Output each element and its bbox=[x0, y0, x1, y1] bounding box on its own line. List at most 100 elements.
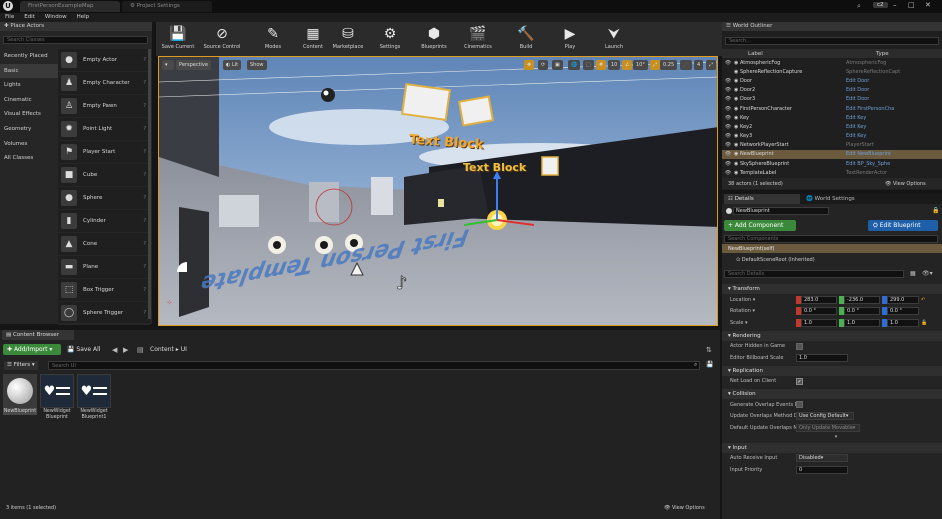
scale-x[interactable]: 1.0 bbox=[801, 318, 837, 327]
history-icon[interactable]: ⇅ bbox=[706, 346, 712, 354]
perspective-button[interactable]: Perspective bbox=[176, 60, 211, 70]
lock-icon[interactable]: 🔒 bbox=[932, 207, 939, 214]
search-classes-input[interactable]: Search Classes bbox=[3, 36, 148, 44]
eye-icon[interactable]: 👁 bbox=[722, 106, 734, 112]
toolbar-button[interactable]: 🎬 Cinematics bbox=[456, 24, 500, 50]
help-icon[interactable]: ? bbox=[143, 103, 146, 109]
actor-item[interactable]: ● Sphere? bbox=[58, 187, 150, 210]
outliner-row[interactable]: 👁 ◉ Key2 Edit Key bbox=[722, 122, 942, 131]
outliner-row[interactable]: 👁 ◉ Key3 Edit Key bbox=[722, 132, 942, 141]
actor-item[interactable]: ▲ Cone? bbox=[58, 233, 150, 256]
outliner-search-input[interactable]: Search... bbox=[725, 37, 939, 45]
billboard-scale-field[interactable]: 1.0 bbox=[796, 353, 848, 362]
edit-link[interactable]: Edit Key bbox=[846, 133, 936, 139]
category-all-classes[interactable]: All Classes bbox=[0, 151, 58, 166]
component-self[interactable]: NewBlueprint(self) bbox=[722, 244, 942, 253]
outliner-row[interactable]: 👁 ◉ Door2 Edit Door bbox=[722, 86, 942, 95]
help-icon[interactable]: ? bbox=[143, 57, 146, 63]
toolbar-button[interactable]: ⚙ Settings bbox=[368, 24, 412, 50]
help-icon[interactable]: ? bbox=[143, 218, 146, 224]
search-components-input[interactable]: Search Components bbox=[724, 235, 938, 243]
content-view-options[interactable]: 👁 View Options bbox=[664, 505, 705, 511]
level-viewport[interactable]: ♪ Text Block Text Block First Person Tem… bbox=[158, 56, 718, 326]
edit-link[interactable]: Edit NewBlueprint bbox=[846, 151, 936, 157]
rotation-snap-value[interactable]: 10° bbox=[633, 60, 648, 70]
outliner-row[interactable]: 👁 ◉ Key Edit Key bbox=[722, 113, 942, 122]
show-button[interactable]: Show bbox=[247, 60, 267, 70]
outliner-row[interactable]: ◉ SphereReflectionCapture SphereReflectio… bbox=[722, 67, 942, 76]
actor-item[interactable]: ● Empty Actor? bbox=[58, 49, 150, 72]
search-icon[interactable]: ⌕ bbox=[694, 361, 697, 369]
content-search-input[interactable]: Search UI bbox=[48, 361, 700, 370]
forward-arrow-icon[interactable]: ▶ bbox=[123, 346, 128, 354]
scrollbar[interactable] bbox=[148, 49, 151, 319]
column-type[interactable]: Type bbox=[876, 51, 889, 57]
outliner-row[interactable]: 👁 ◉ Door Edit Door bbox=[722, 76, 942, 85]
toolbar-button[interactable]: ⛁ Marketplace bbox=[326, 24, 370, 50]
toolbar-button[interactable]: 💾 Save Current bbox=[156, 24, 200, 50]
section-rendering[interactable]: ▾ Rendering bbox=[722, 330, 942, 341]
edit-link[interactable]: Edit Door bbox=[846, 78, 936, 84]
viewport-options-button[interactable]: ▾ bbox=[162, 60, 174, 70]
eye-icon[interactable]: 👁 bbox=[722, 78, 734, 84]
eye-icon[interactable]: 👁 bbox=[722, 161, 734, 167]
lit-button[interactable]: ◐ Lit bbox=[223, 60, 242, 70]
help-icon[interactable]: ? bbox=[143, 310, 146, 316]
edit-blueprint-button[interactable]: ⛭ Edit Blueprint bbox=[868, 220, 938, 231]
eye-icon[interactable]: 👁 bbox=[722, 142, 734, 148]
location-z[interactable]: 299.0 bbox=[887, 295, 919, 304]
property-matrix-icon[interactable]: ▦ bbox=[910, 270, 916, 277]
outliner-row[interactable]: 👁 ◉ NetworkPlayerStart PlayerStart bbox=[722, 141, 942, 150]
toolbar-button[interactable]: ⬢ Blueprints bbox=[412, 24, 456, 50]
asset-tile[interactable]: NewBlueprint bbox=[3, 374, 37, 415]
component-scene-root[interactable]: ⊙ DefaultSceneRoot (Inherited) bbox=[722, 255, 942, 264]
edit-link[interactable]: Edit Door bbox=[846, 96, 936, 102]
help-icon[interactable]: ? bbox=[143, 172, 146, 178]
outliner-view-options[interactable]: 👁 View Options bbox=[885, 181, 926, 187]
world-local-icon[interactable]: 🌐 bbox=[568, 60, 581, 70]
category-lights[interactable]: Lights bbox=[0, 78, 58, 93]
menu-file[interactable]: File bbox=[0, 13, 19, 21]
details-view-icon[interactable]: 👁▾ bbox=[922, 270, 933, 277]
outliner-row[interactable]: 👁 ◉ Door3 Edit Door bbox=[722, 95, 942, 104]
menu-help[interactable]: Help bbox=[72, 13, 95, 21]
outliner-row[interactable]: 👁 ◉ NewBlueprint Edit NewBlueprint bbox=[722, 149, 942, 160]
outliner-row[interactable]: 👁 ◉ FirstPersonCharacter Edit FirstPersonC… bbox=[722, 104, 942, 113]
help-icon[interactable]: ? bbox=[143, 126, 146, 132]
outliner-row[interactable]: 👁 ◉ SkySphereBlueprint Edit BP_Sky_Sphe bbox=[722, 159, 942, 168]
help-icon[interactable]: ? bbox=[143, 264, 146, 270]
help-icon[interactable]: ? bbox=[143, 80, 146, 86]
input-priority-field[interactable]: 0 bbox=[796, 465, 848, 474]
tab-details[interactable]: ☷ Details bbox=[724, 194, 800, 204]
gen-overlap-checkbox[interactable] bbox=[796, 401, 803, 409]
content-browser-tab[interactable]: ▤ Content Browser bbox=[2, 330, 74, 340]
menu-window[interactable]: Window bbox=[40, 13, 72, 21]
grid-snap-value[interactable]: 10 bbox=[608, 60, 621, 70]
eye-icon[interactable]: 👁 bbox=[722, 115, 734, 121]
edit-link[interactable]: Edit Key bbox=[846, 124, 936, 130]
save-all-button[interactable]: 💾 Save All bbox=[64, 344, 103, 355]
help-icon[interactable]: ? bbox=[143, 287, 146, 293]
folder-tree-icon[interactable]: ▤ bbox=[137, 346, 144, 354]
location-y[interactable]: -236.0 bbox=[844, 295, 880, 304]
actor-item[interactable]: ▮ Cylinder? bbox=[58, 210, 150, 233]
edit-link[interactable]: Edit Key bbox=[846, 115, 936, 121]
maximize-viewport-icon[interactable]: ⤢ bbox=[706, 60, 717, 70]
edit-link[interactable]: Edit FirstPersonCha bbox=[846, 106, 936, 112]
scale-z[interactable]: 1.0 bbox=[887, 318, 919, 327]
category-volumes[interactable]: Volumes bbox=[0, 137, 58, 152]
category-basic[interactable]: Basic bbox=[0, 63, 58, 79]
actor-item[interactable]: ◯ Sphere Trigger? bbox=[58, 302, 150, 325]
camera-speed-value[interactable]: 4 bbox=[694, 60, 704, 70]
section-input[interactable]: ▾ Input bbox=[722, 442, 942, 453]
actor-item[interactable]: ♟ Empty Character? bbox=[58, 72, 150, 95]
edit-link[interactable]: Edit BP_Sky_Sphe bbox=[846, 161, 936, 167]
eye-icon[interactable]: 👁 bbox=[722, 96, 734, 102]
help-icon[interactable]: ? bbox=[143, 195, 146, 201]
add-component-button[interactable]: + Add Component bbox=[724, 220, 796, 231]
rotation-y[interactable]: 0.0 ° bbox=[844, 307, 880, 316]
breadcrumb-content[interactable]: Content bbox=[150, 346, 174, 353]
auto-receive-select[interactable]: Disabled ▾ bbox=[796, 454, 848, 463]
add-import-button[interactable]: ✚ Add/Import ▾ bbox=[3, 344, 61, 355]
tab-map[interactable]: FirstPersonExampleMap bbox=[20, 1, 120, 12]
